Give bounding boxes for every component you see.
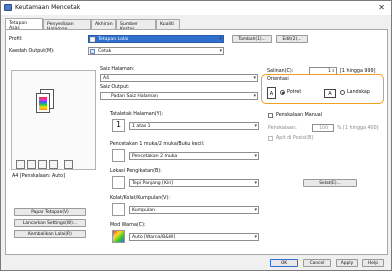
collate-preview-icon <box>27 160 36 169</box>
portrait-icon: A <box>267 87 276 99</box>
output-size-value: Padan Saiz Halaman <box>111 94 158 99</box>
tab-basic-settings[interactable]: Tetapan Asas <box>5 18 43 31</box>
collate-label: Kolat/Kolat/Kumpulan(V): <box>110 196 170 201</box>
chevron-down-icon: ▾ <box>254 207 257 213</box>
cancel-button[interactable]: Cancel <box>303 259 331 267</box>
tab-finishing[interactable]: Akhiran <box>91 19 116 29</box>
chevron-down-icon: ▾ <box>219 36 222 42</box>
binding-settings-button[interactable]: Selat(E)... <box>303 179 357 187</box>
portrait-radio[interactable] <box>280 90 285 95</box>
color-mode-value: Auto [Warna/B&W] <box>132 235 176 240</box>
orientation-title: Orientasi <box>267 77 289 82</box>
color-preview-icon <box>49 160 58 169</box>
spinner-icon[interactable]: ⇕ <box>332 68 335 73</box>
duplex-preview-icon <box>16 160 25 169</box>
duplex-icon <box>112 149 125 162</box>
page-layout-select[interactable]: 1 atas 1 ▾ <box>129 122 259 130</box>
page-layout-value: 1 atas 1 <box>132 124 151 129</box>
page-layout-icon: 1 <box>112 119 125 132</box>
auto-position-label[interactable]: Apit di Posisi(B) <box>276 136 313 141</box>
binding-select[interactable]: Tepi Panjang [Kiri] ▾ <box>129 179 259 187</box>
close-icon[interactable]: ✕ <box>378 3 385 12</box>
page-preview <box>11 70 96 170</box>
profile-value: Tetapan Lalai <box>98 37 129 42</box>
add-profile-button[interactable]: Tambah(1)... <box>232 35 272 43</box>
output-method-select[interactable]: Cetak ▾ <box>88 47 224 55</box>
title-bar: Keutamaan Mencetak ✕ <box>1 1 391 15</box>
collate-icon <box>112 203 125 216</box>
apply-button[interactable]: Apply <box>336 259 358 267</box>
output-size-label: Saiz Output: <box>100 85 130 90</box>
profile-label: Profil: <box>9 37 23 42</box>
collate-value: Kumpulan <box>132 208 155 213</box>
color-mode-icon <box>112 230 125 243</box>
chevron-down-icon: ▾ <box>219 48 222 54</box>
chevron-down-icon: ▾ <box>253 93 256 99</box>
binding-label: Lokasi Pengikatan(B): <box>110 169 162 174</box>
tab-paper-source[interactable]: Sumber Kertas <box>116 19 156 32</box>
landscape-icon: A <box>324 89 336 98</box>
page-size-value: A4 <box>103 76 110 81</box>
manual-scaling-checkbox[interactable] <box>268 113 273 118</box>
duplex-value: Pencetakan 2 muka <box>132 154 178 159</box>
chevron-down-icon: ▾ <box>254 123 257 129</box>
print-icon <box>90 49 95 54</box>
preview-color-bar <box>39 97 47 110</box>
scaling-range: % [1 hingga 400] <box>337 126 379 131</box>
scaling-value: 100 <box>319 126 328 131</box>
page-size-select[interactable]: A4 ▾ <box>100 74 258 82</box>
auto-position-checkbox[interactable] <box>268 136 273 141</box>
print-preferences-window: Keutamaan Mencetak ✕ Tetapan Asas Penyed… <box>0 0 392 271</box>
output-size-select[interactable]: Padan Saiz Halaman ▾ <box>100 92 258 100</box>
scaling-input[interactable]: 100 <box>312 124 334 132</box>
edit-profile-button[interactable]: Edit(2)... <box>276 35 308 43</box>
page-size-label: Saiz Halaman: <box>100 67 135 72</box>
tab-page-setup[interactable]: Penyediaan Halaman <box>43 19 91 32</box>
output-method-label: Kaedah Output(M): <box>9 49 55 54</box>
launch-settings-button[interactable]: Lancarkan Settings(W)... <box>14 219 86 227</box>
ok-button[interactable]: OK <box>270 259 298 267</box>
manual-scaling-label[interactable]: Penskalaan Manual <box>276 113 322 118</box>
page-layout-label: Tataletak Halaman(Y): <box>110 112 164 117</box>
binding-icon <box>112 176 125 189</box>
settings-panel: Profil: Tetapan Lalai ▾ Tambah(1)... Edi… <box>5 29 388 255</box>
printer-status-icon <box>64 160 73 169</box>
chevron-down-icon: ▾ <box>254 153 257 159</box>
landscape-label[interactable]: Landskap <box>347 90 370 95</box>
duplex-label: Pencetakan 1 muka/2 muka/Buku kecil: <box>110 142 205 147</box>
staple-preview-icon <box>38 160 47 169</box>
window-title: Keutamaan Mencetak <box>15 4 81 11</box>
preview-page-front <box>36 93 50 113</box>
view-settings-button[interactable]: Papar Tetapan(V) <box>14 208 86 216</box>
duplex-select[interactable]: Pencetakan 2 muka ▾ <box>129 152 259 160</box>
printer-icon <box>4 4 12 11</box>
collate-select[interactable]: Kumpulan ▾ <box>129 206 259 214</box>
profile-icon <box>90 37 95 42</box>
color-mode-select[interactable]: Auto [Warna/B&W] ▾ <box>129 233 259 241</box>
restore-defaults-button[interactable]: Kembalikan Lalai(R) <box>14 230 86 238</box>
scaling-label: Penskalaan: <box>268 126 297 131</box>
landscape-radio[interactable] <box>340 90 345 95</box>
profile-select[interactable]: Tetapan Lalai ▾ <box>88 35 224 43</box>
preview-caption: A4 [Penskalaan: Auto] <box>12 174 65 179</box>
tab-quality[interactable]: Kualiti <box>156 19 180 29</box>
help-button[interactable]: Help <box>362 259 384 267</box>
orientation-group: Orientasi A Potret A Landskap <box>261 74 384 104</box>
portrait-label[interactable]: Potret <box>287 90 301 95</box>
chevron-down-icon: ▾ <box>254 180 257 186</box>
chevron-down-icon: ▾ <box>254 234 257 240</box>
binding-value: Tepi Panjang [Kiri] <box>132 181 174 186</box>
chevron-down-icon: ▾ <box>253 75 256 81</box>
color-mode-label: Mod Warna(C): <box>110 223 146 228</box>
